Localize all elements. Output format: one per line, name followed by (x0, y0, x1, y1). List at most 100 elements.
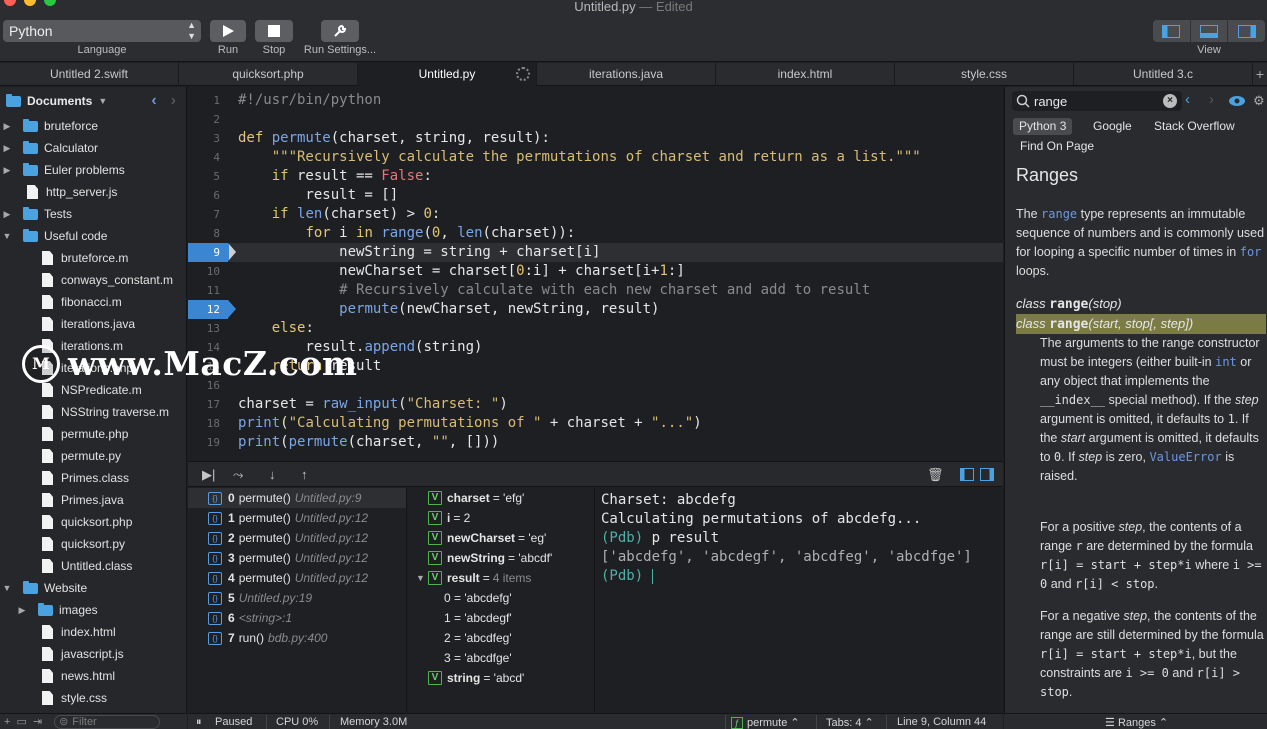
code-line[interactable]: 19 print(permute(charset, "", [])) (188, 433, 1003, 452)
source-stack-overflow[interactable]: Stack Overflow (1148, 118, 1241, 135)
code-line[interactable]: 17 charset = raw_input("Charset: ") (188, 395, 1003, 414)
sidebar-item[interactable]: news.html (0, 665, 186, 687)
code-line[interactable]: 6 result = [] (188, 186, 1003, 205)
sidebar-item[interactable]: fibonacci.m (0, 291, 186, 313)
sidebar-item[interactable]: ▶ Euler problems (0, 159, 186, 181)
variable-row[interactable]: 2 = 'abcdfeg' (408, 628, 594, 648)
stack-frame[interactable]: {} 3 permute() Untitled.py:12 (188, 548, 406, 568)
code-line[interactable]: 9 newString = string + charset[i] (188, 243, 1003, 262)
variable-row[interactable]: 0 = 'abcdefg' (408, 588, 594, 608)
tab-untitled-py[interactable]: Untitled.py (358, 63, 537, 86)
disclosure-closed-icon[interactable]: ▶ (1, 121, 13, 132)
disclosure-closed-icon[interactable]: ▶ (16, 605, 28, 616)
new-folder-icon[interactable]: ▭ (16, 715, 26, 728)
line-number[interactable]: 19 (188, 433, 220, 452)
variable-row[interactable]: VnewString = 'abcdf' (408, 548, 594, 568)
tab-untitled-2-swift[interactable]: Untitled 2.swift (0, 63, 179, 86)
tab-iterations-java[interactable]: iterations.java (537, 63, 716, 86)
sidebar-item[interactable]: NSString traverse.m (0, 401, 186, 423)
code-line[interactable]: 13 else: (188, 319, 1003, 338)
continue-icon[interactable]: ▶| (202, 467, 215, 483)
tab-style-css[interactable]: style.css (895, 63, 1074, 86)
line-number[interactable]: 7 (188, 205, 220, 224)
variable-row[interactable]: Vi = 2 (408, 508, 594, 528)
source-google[interactable]: Google (1087, 118, 1138, 135)
docs-code[interactable]: ValueError (1149, 450, 1221, 464)
sidebar-item[interactable]: bruteforce.m (0, 247, 186, 269)
sidebar-item[interactable]: Untitled.class (0, 555, 186, 577)
tab-untitled-3-c[interactable]: Untitled 3.c (1074, 63, 1253, 86)
forward-icon[interactable]: › (1209, 91, 1214, 108)
line-number[interactable]: 18 (188, 414, 220, 433)
disclosure-closed-icon[interactable]: ▶ (1, 165, 13, 176)
code-line[interactable]: 4 """Recursively calculate the permutati… (188, 148, 1003, 167)
line-number[interactable]: 4 (188, 148, 220, 167)
sidebar-item[interactable]: ▶ Calculator (0, 137, 186, 159)
language-select[interactable]: Python ▲ ▼ (3, 20, 201, 42)
add-tab-button[interactable]: + (1253, 63, 1267, 85)
disclosure-closed-icon[interactable]: ▶ (1, 209, 13, 220)
variable-row[interactable]: Vcharset = 'efg' (408, 488, 594, 508)
tab-index-html[interactable]: index.html (716, 63, 895, 86)
line-number[interactable]: 1 (188, 91, 220, 110)
toggle-right-panel-button[interactable] (1228, 20, 1265, 42)
variable-row[interactable]: 1 = 'abcdegf' (408, 608, 594, 628)
sidebar-item[interactable]: index.html (0, 621, 186, 643)
sidebar-item[interactable]: ▼ Useful code (0, 225, 186, 247)
breakpoint-marker[interactable]: 12 (188, 300, 228, 319)
tab-quicksort-php[interactable]: quicksort.php (179, 63, 358, 86)
line-number[interactable]: 11 (188, 281, 220, 300)
eye-icon[interactable] (1228, 95, 1246, 107)
line-number[interactable]: 3 (188, 129, 220, 148)
sidebar-item[interactable]: Primes.class (0, 467, 186, 489)
code-editor[interactable]: 1 #!/usr/bin/python 2 3 def permute(charset,… (188, 87, 1003, 460)
stack-frame[interactable]: {} 5 Untitled.py:19 (188, 588, 406, 608)
docs-code[interactable]: for (1240, 245, 1262, 259)
stack-frame[interactable]: {} 4 permute() Untitled.py:12 (188, 568, 406, 588)
tabs-select[interactable]: Tabs: 4 ⌃ (826, 716, 874, 729)
source-find-on-page[interactable]: Find On Page (1014, 138, 1100, 155)
sidebar-item[interactable]: quicksort.php (0, 511, 186, 533)
code-line[interactable]: 12 permute(newCharset, newString, result… (188, 300, 1003, 319)
code-line[interactable]: 3 def permute(charset, string, result): (188, 129, 1003, 148)
function-select[interactable]: ƒ permute ⌃ (731, 716, 800, 729)
source-python3[interactable]: Python 3 (1013, 118, 1073, 135)
sidebar-item[interactable]: http_server.js (0, 181, 186, 203)
step-out-icon[interactable]: ↑ (301, 467, 308, 482)
line-number[interactable]: 8 (188, 224, 220, 243)
code-line[interactable]: 1 #!/usr/bin/python (188, 91, 1003, 110)
docs-code[interactable]: range (1041, 207, 1077, 221)
code-line[interactable]: 10 newCharset = charset[0:i] + charset[i… (188, 262, 1003, 281)
disclosure-open-icon[interactable]: ▼ (1, 231, 13, 241)
sidebar-item[interactable]: ▼ Website (0, 577, 186, 599)
sidebar-item[interactable]: iterations.java (0, 313, 186, 335)
disclosure-closed-icon[interactable]: ▶ (1, 143, 13, 154)
line-number[interactable]: 2 (188, 110, 220, 129)
import-icon[interactable]: ⇥ (33, 715, 42, 728)
line-number[interactable]: 13 (188, 319, 220, 338)
variable-row[interactable]: ▼ Vresult = 4 items (408, 568, 594, 588)
disclosure-open-icon[interactable]: ▼ (1, 583, 13, 593)
disclosure-open-icon[interactable]: ▼ (416, 573, 428, 583)
run-button[interactable] (210, 20, 246, 42)
sidebar-item[interactable]: permute.py (0, 445, 186, 467)
sidebar-item[interactable]: ▶ Tests (0, 203, 186, 225)
variable-row[interactable]: Vstring = 'abcd' (408, 668, 594, 688)
debug-console[interactable]: Charset: abcdefg Calculating permutations… (596, 488, 1003, 712)
code-line[interactable]: 18 print("Calculating permutations of " +… (188, 414, 1003, 433)
back-icon[interactable]: ‹ (1185, 91, 1190, 108)
code-line[interactable]: 8 for i in range(0, len(charset)): (188, 224, 1003, 243)
plus-icon[interactable]: + (4, 716, 10, 728)
variable-row[interactable]: VnewCharset = 'eg' (408, 528, 594, 548)
filter-input[interactable]: ⊜ Filter (54, 714, 161, 729)
sidebar-item[interactable]: ▶ images (0, 599, 186, 621)
run-settings-button[interactable] (321, 20, 359, 42)
trash-icon[interactable]: 🗑 (927, 467, 944, 483)
stack-frame[interactable]: {} 7 run() bdb.py:400 (188, 628, 406, 648)
stack-frame[interactable]: {} 0 permute() Untitled.py:9 (188, 488, 406, 508)
breakpoint-marker[interactable]: 9 (188, 243, 228, 262)
step-over-icon[interactable]: ⤳ (233, 467, 243, 483)
code-line[interactable]: 7 if len(charset) > 0: (188, 205, 1003, 224)
docs-code[interactable]: int (1215, 355, 1237, 369)
sidebar-item[interactable]: conways_constant.m (0, 269, 186, 291)
